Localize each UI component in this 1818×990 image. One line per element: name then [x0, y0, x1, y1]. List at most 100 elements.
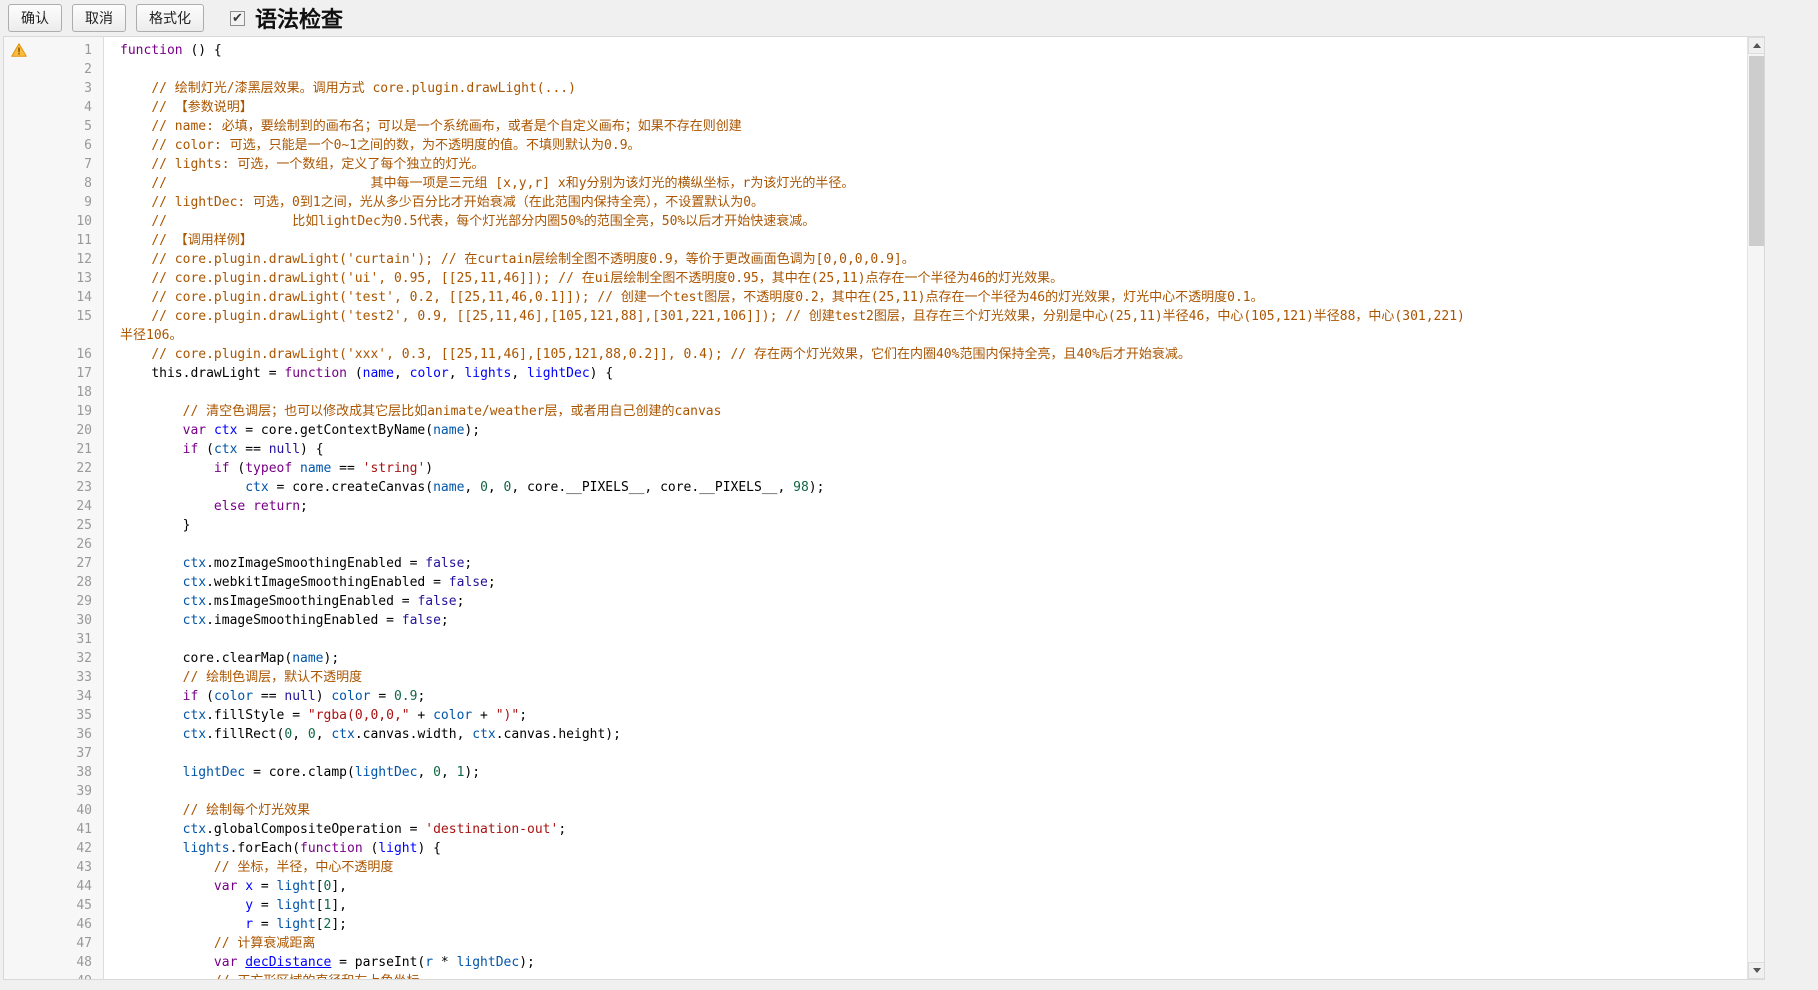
code-line[interactable]: 18​ — [4, 383, 1732, 402]
code-line[interactable]: 41 ctx.globalCompositeOperation = 'desti… — [4, 820, 1732, 839]
code-line-text[interactable]: // lightDec: 可选，0到1之间，光从多少百分比才开始衰减（在此范围内… — [104, 193, 1732, 212]
code-line[interactable]: 4 // 【参数说明】 — [4, 98, 1732, 117]
code-line-text[interactable]: } — [104, 516, 1732, 535]
code-line-text[interactable]: this.drawLight = function (name, color, … — [104, 364, 1732, 383]
code-line-text[interactable]: // 计算衰减距离 — [104, 934, 1732, 953]
code-line-text[interactable]: ctx.msImageSmoothingEnabled = false; — [104, 592, 1732, 611]
code-line-text[interactable]: if (color == null) color = 0.9; — [104, 687, 1732, 706]
code-line-text[interactable]: // 正方形区域的直径和左上角坐标 — [104, 972, 1732, 980]
code-line[interactable]: 47 // 计算衰减距离 — [4, 934, 1732, 953]
code-line[interactable]: 30 ctx.imageSmoothingEnabled = false; — [4, 611, 1732, 630]
code-line-text[interactable]: ​ — [104, 535, 1732, 554]
code-line-text[interactable]: ctx.webkitImageSmoothingEnabled = false; — [104, 573, 1732, 592]
scrollbar-thumb[interactable] — [1749, 56, 1764, 246]
code-line[interactable]: 34 if (color == null) color = 0.9; — [4, 687, 1732, 706]
code-line-text[interactable]: ctx.globalCompositeOperation = 'destinat… — [104, 820, 1732, 839]
code-line-text[interactable]: var ctx = core.getContextByName(name); — [104, 421, 1732, 440]
code-line-text[interactable]: var x = light[0], — [104, 877, 1732, 896]
code-editor[interactable]: !1function () {2​3 // 绘制灯光/漆黑层效果。调用方式 co… — [3, 36, 1765, 980]
code-line-text[interactable]: else return; — [104, 497, 1732, 516]
code-area[interactable]: !1function () {2​3 // 绘制灯光/漆黑层效果。调用方式 co… — [4, 41, 1732, 980]
code-line[interactable]: 22 if (typeof name == 'string') — [4, 459, 1732, 478]
code-line-text[interactable]: ​ — [104, 60, 1732, 79]
code-line[interactable]: 39​ — [4, 782, 1732, 801]
code-line[interactable]: 16 // core.plugin.drawLight('xxx', 0.3, … — [4, 345, 1732, 364]
code-line[interactable]: 31​ — [4, 630, 1732, 649]
code-line[interactable]: 36 ctx.fillRect(0, 0, ctx.canvas.width, … — [4, 725, 1732, 744]
code-line[interactable]: !1function () { — [4, 41, 1732, 60]
code-line-text[interactable]: // 绘制每个灯光效果 — [104, 801, 1732, 820]
code-line[interactable]: 26​ — [4, 535, 1732, 554]
code-line[interactable]: 37​ — [4, 744, 1732, 763]
scrollbar-up-button[interactable] — [1748, 37, 1765, 54]
code-line[interactable]: 33 // 绘制色调层，默认不透明度 — [4, 668, 1732, 687]
code-line[interactable]: 24 else return; — [4, 497, 1732, 516]
code-line[interactable]: 3 // 绘制灯光/漆黑层效果。调用方式 core.plugin.drawLig… — [4, 79, 1732, 98]
code-line[interactable]: 5 // name: 必填，要绘制到的画布名；可以是一个系统画布，或者是个自定义… — [4, 117, 1732, 136]
vertical-scrollbar[interactable] — [1747, 37, 1764, 979]
code-line-text[interactable]: // 绘制灯光/漆黑层效果。调用方式 core.plugin.drawLight… — [104, 79, 1732, 98]
code-line[interactable]: 48 var decDistance = parseInt(r * lightD… — [4, 953, 1732, 972]
code-line-text[interactable]: // 比如lightDec为0.5代表，每个灯光部分内圈50%的范围全亮，50%… — [104, 212, 1732, 231]
code-line[interactable]: 9 // lightDec: 可选，0到1之间，光从多少百分比才开始衰减（在此范… — [4, 193, 1732, 212]
code-line[interactable]: 23 ctx = core.createCanvas(name, 0, 0, c… — [4, 478, 1732, 497]
code-line-text[interactable]: ctx.imageSmoothingEnabled = false; — [104, 611, 1732, 630]
code-line-text[interactable]: ​ — [104, 630, 1732, 649]
code-line[interactable]: 28 ctx.webkitImageSmoothingEnabled = fal… — [4, 573, 1732, 592]
code-line[interactable]: 44 var x = light[0], — [4, 877, 1732, 896]
code-line-text[interactable]: lights.forEach(function (light) { — [104, 839, 1732, 858]
code-line[interactable]: 45 y = light[1], — [4, 896, 1732, 915]
code-line-text[interactable]: if (ctx == null) { — [104, 440, 1732, 459]
code-line-text[interactable]: ctx.fillRect(0, 0, ctx.canvas.width, ctx… — [104, 725, 1732, 744]
confirm-button[interactable]: 确认 — [8, 4, 62, 32]
code-line[interactable]: 21 if (ctx == null) { — [4, 440, 1732, 459]
syntax-check-checkbox[interactable]: ✔ — [230, 11, 245, 26]
code-line-text[interactable]: var decDistance = parseInt(r * lightDec)… — [104, 953, 1732, 972]
code-line[interactable]: 20 var ctx = core.getContextByName(name)… — [4, 421, 1732, 440]
code-line[interactable]: 25 } — [4, 516, 1732, 535]
code-line[interactable]: 27 ctx.mozImageSmoothingEnabled = false; — [4, 554, 1732, 573]
code-line[interactable]: 19 // 清空色调层；也可以修改成其它层比如animate/weather层，… — [4, 402, 1732, 421]
code-line[interactable]: 7 // lights: 可选，一个数组，定义了每个独立的灯光。 — [4, 155, 1732, 174]
cancel-button[interactable]: 取消 — [72, 4, 126, 32]
code-line[interactable]: 13 // core.plugin.drawLight('ui', 0.95, … — [4, 269, 1732, 288]
code-line-text[interactable]: y = light[1], — [104, 896, 1732, 915]
code-line-text[interactable]: // core.plugin.drawLight('ui', 0.95, [[2… — [104, 269, 1732, 288]
code-line-text[interactable]: lightDec = core.clamp(lightDec, 0, 1); — [104, 763, 1732, 782]
code-line[interactable]: 42 lights.forEach(function (light) { — [4, 839, 1732, 858]
code-line[interactable]: 32 core.clearMap(name); — [4, 649, 1732, 668]
code-line[interactable]: 10 // 比如lightDec为0.5代表，每个灯光部分内圈50%的范围全亮，… — [4, 212, 1732, 231]
scrollbar-down-button[interactable] — [1748, 962, 1765, 979]
code-line-text[interactable]: // color: 可选，只能是一个0~1之间的数，为不透明度的值。不填则默认为… — [104, 136, 1732, 155]
warning-icon[interactable]: ! — [4, 41, 34, 60]
code-line[interactable]: 8 // 其中每一项是三元组 [x,y,r] x和y分别为该灯光的横纵坐标，r为… — [4, 174, 1732, 193]
code-line[interactable]: 11 // 【调用样例】 — [4, 231, 1732, 250]
code-line-text[interactable]: if (typeof name == 'string') — [104, 459, 1732, 478]
code-line[interactable]: 2​ — [4, 60, 1732, 79]
code-line[interactable]: 12 // core.plugin.drawLight('curtain'); … — [4, 250, 1732, 269]
code-line[interactable]: 49 // 正方形区域的直径和左上角坐标 — [4, 972, 1732, 980]
code-line-text[interactable]: // core.plugin.drawLight('test2', 0.9, [… — [104, 307, 1732, 345]
code-line-text[interactable]: // 清空色调层；也可以修改成其它层比如animate/weather层，或者用… — [104, 402, 1732, 421]
code-line[interactable]: 38 lightDec = core.clamp(lightDec, 0, 1)… — [4, 763, 1732, 782]
code-line-text[interactable]: // name: 必填，要绘制到的画布名；可以是一个系统画布，或者是个自定义画布… — [104, 117, 1732, 136]
code-line-text[interactable]: ​ — [104, 782, 1732, 801]
code-line-text[interactable]: // 坐标，半径，中心不透明度 — [104, 858, 1732, 877]
code-line-text[interactable]: ctx.fillStyle = "rgba(0,0,0," + color + … — [104, 706, 1732, 725]
code-line-text[interactable]: ctx = core.createCanvas(name, 0, 0, core… — [104, 478, 1732, 497]
code-line-text[interactable]: // 【参数说明】 — [104, 98, 1732, 117]
code-line-text[interactable]: // core.plugin.drawLight('test', 0.2, [[… — [104, 288, 1732, 307]
code-line[interactable]: 35 ctx.fillStyle = "rgba(0,0,0," + color… — [4, 706, 1732, 725]
code-line-text[interactable]: // core.plugin.drawLight('curtain'); // … — [104, 250, 1732, 269]
code-line-text[interactable]: // core.plugin.drawLight('xxx', 0.3, [[2… — [104, 345, 1732, 364]
code-line[interactable]: 46 r = light[2]; — [4, 915, 1732, 934]
code-line[interactable]: 17 this.drawLight = function (name, colo… — [4, 364, 1732, 383]
format-button[interactable]: 格式化 — [136, 4, 204, 32]
code-line-text[interactable]: // 【调用样例】 — [104, 231, 1732, 250]
code-line[interactable]: 15 // core.plugin.drawLight('test2', 0.9… — [4, 307, 1732, 345]
code-line-text[interactable]: ​ — [104, 383, 1732, 402]
code-line-text[interactable]: core.clearMap(name); — [104, 649, 1732, 668]
code-line-text[interactable]: // 绘制色调层，默认不透明度 — [104, 668, 1732, 687]
code-line-text[interactable]: // 其中每一项是三元组 [x,y,r] x和y分别为该灯光的横纵坐标，r为该灯… — [104, 174, 1732, 193]
code-line[interactable]: 14 // core.plugin.drawLight('test', 0.2,… — [4, 288, 1732, 307]
